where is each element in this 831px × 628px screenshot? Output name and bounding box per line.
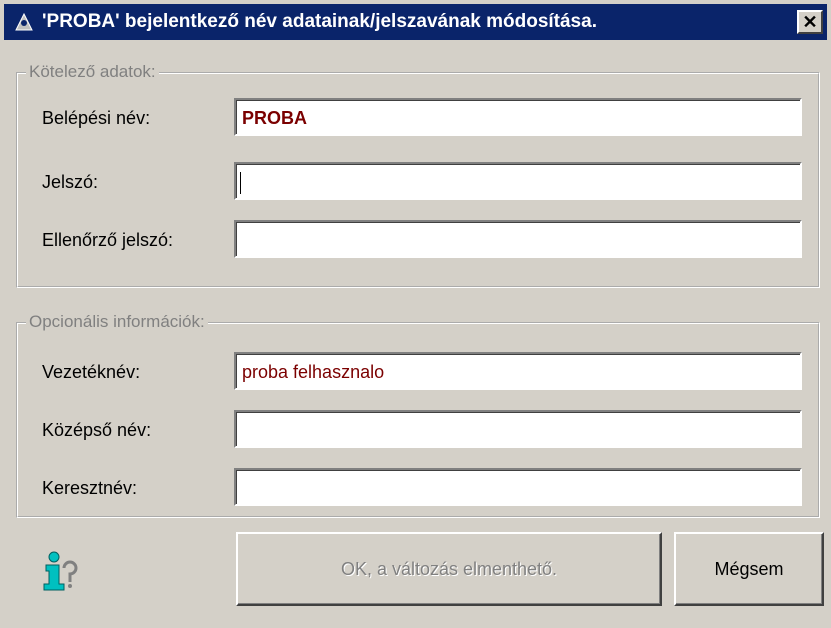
user-key-icon bbox=[14, 11, 36, 33]
login-name-input[interactable]: PROBA bbox=[234, 98, 802, 136]
login-name-label: Belépési név: bbox=[42, 108, 151, 128]
required-data-group: Kötelező adatok: Belépési név: PROBA Jel… bbox=[16, 62, 820, 288]
dialog-window: 'PROBA' bejelentkező név adatainak/jelsz… bbox=[0, 0, 831, 628]
close-icon: ✕ bbox=[802, 11, 818, 32]
confirm-password-input[interactable] bbox=[234, 220, 802, 258]
ok-save-button[interactable]: OK, a változás elmenthető. bbox=[236, 532, 662, 606]
last-name-label: Vezetéknév: bbox=[42, 362, 141, 382]
middle-name-label: Középső név: bbox=[42, 420, 152, 440]
middle-name-row: Középső név: bbox=[18, 410, 818, 452]
close-button[interactable]: ✕ bbox=[797, 10, 823, 34]
window-title: 'PROBA' bejelentkező név adatainak/jelsz… bbox=[42, 11, 597, 32]
password-row: Jelszó: bbox=[18, 162, 818, 204]
first-name-label: Keresztnév: bbox=[42, 478, 138, 498]
first-name-input[interactable] bbox=[234, 468, 802, 506]
password-input[interactable] bbox=[234, 162, 802, 200]
last-name-row: Vezetéknév: proba felhasznalo bbox=[18, 352, 818, 394]
password-label: Jelszó: bbox=[42, 172, 99, 192]
text-caret bbox=[240, 172, 241, 195]
cancel-button-label: Mégsem bbox=[714, 558, 784, 579]
required-group-legend: Kötelező adatok: bbox=[26, 62, 159, 82]
confirm-password-label: Ellenőrző jelszó: bbox=[42, 230, 174, 250]
title-bar[interactable]: 'PROBA' bejelentkező név adatainak/jelsz… bbox=[4, 4, 827, 40]
first-name-row: Keresztnév: bbox=[18, 468, 818, 510]
confirm-password-row: Ellenőrző jelszó: bbox=[18, 220, 818, 262]
middle-name-input[interactable] bbox=[234, 410, 802, 448]
last-name-input[interactable]: proba felhasznalo bbox=[234, 352, 802, 390]
login-name-row: Belépési név: PROBA bbox=[18, 98, 818, 140]
optional-info-group: Opcionális információk: Vezetéknév: prob… bbox=[16, 312, 820, 518]
ok-button-label: OK, a változás elmenthető. bbox=[340, 558, 558, 579]
cancel-button[interactable]: Mégsem bbox=[674, 532, 824, 606]
info-icon[interactable] bbox=[34, 548, 80, 594]
optional-group-legend: Opcionális információk: bbox=[26, 312, 208, 332]
